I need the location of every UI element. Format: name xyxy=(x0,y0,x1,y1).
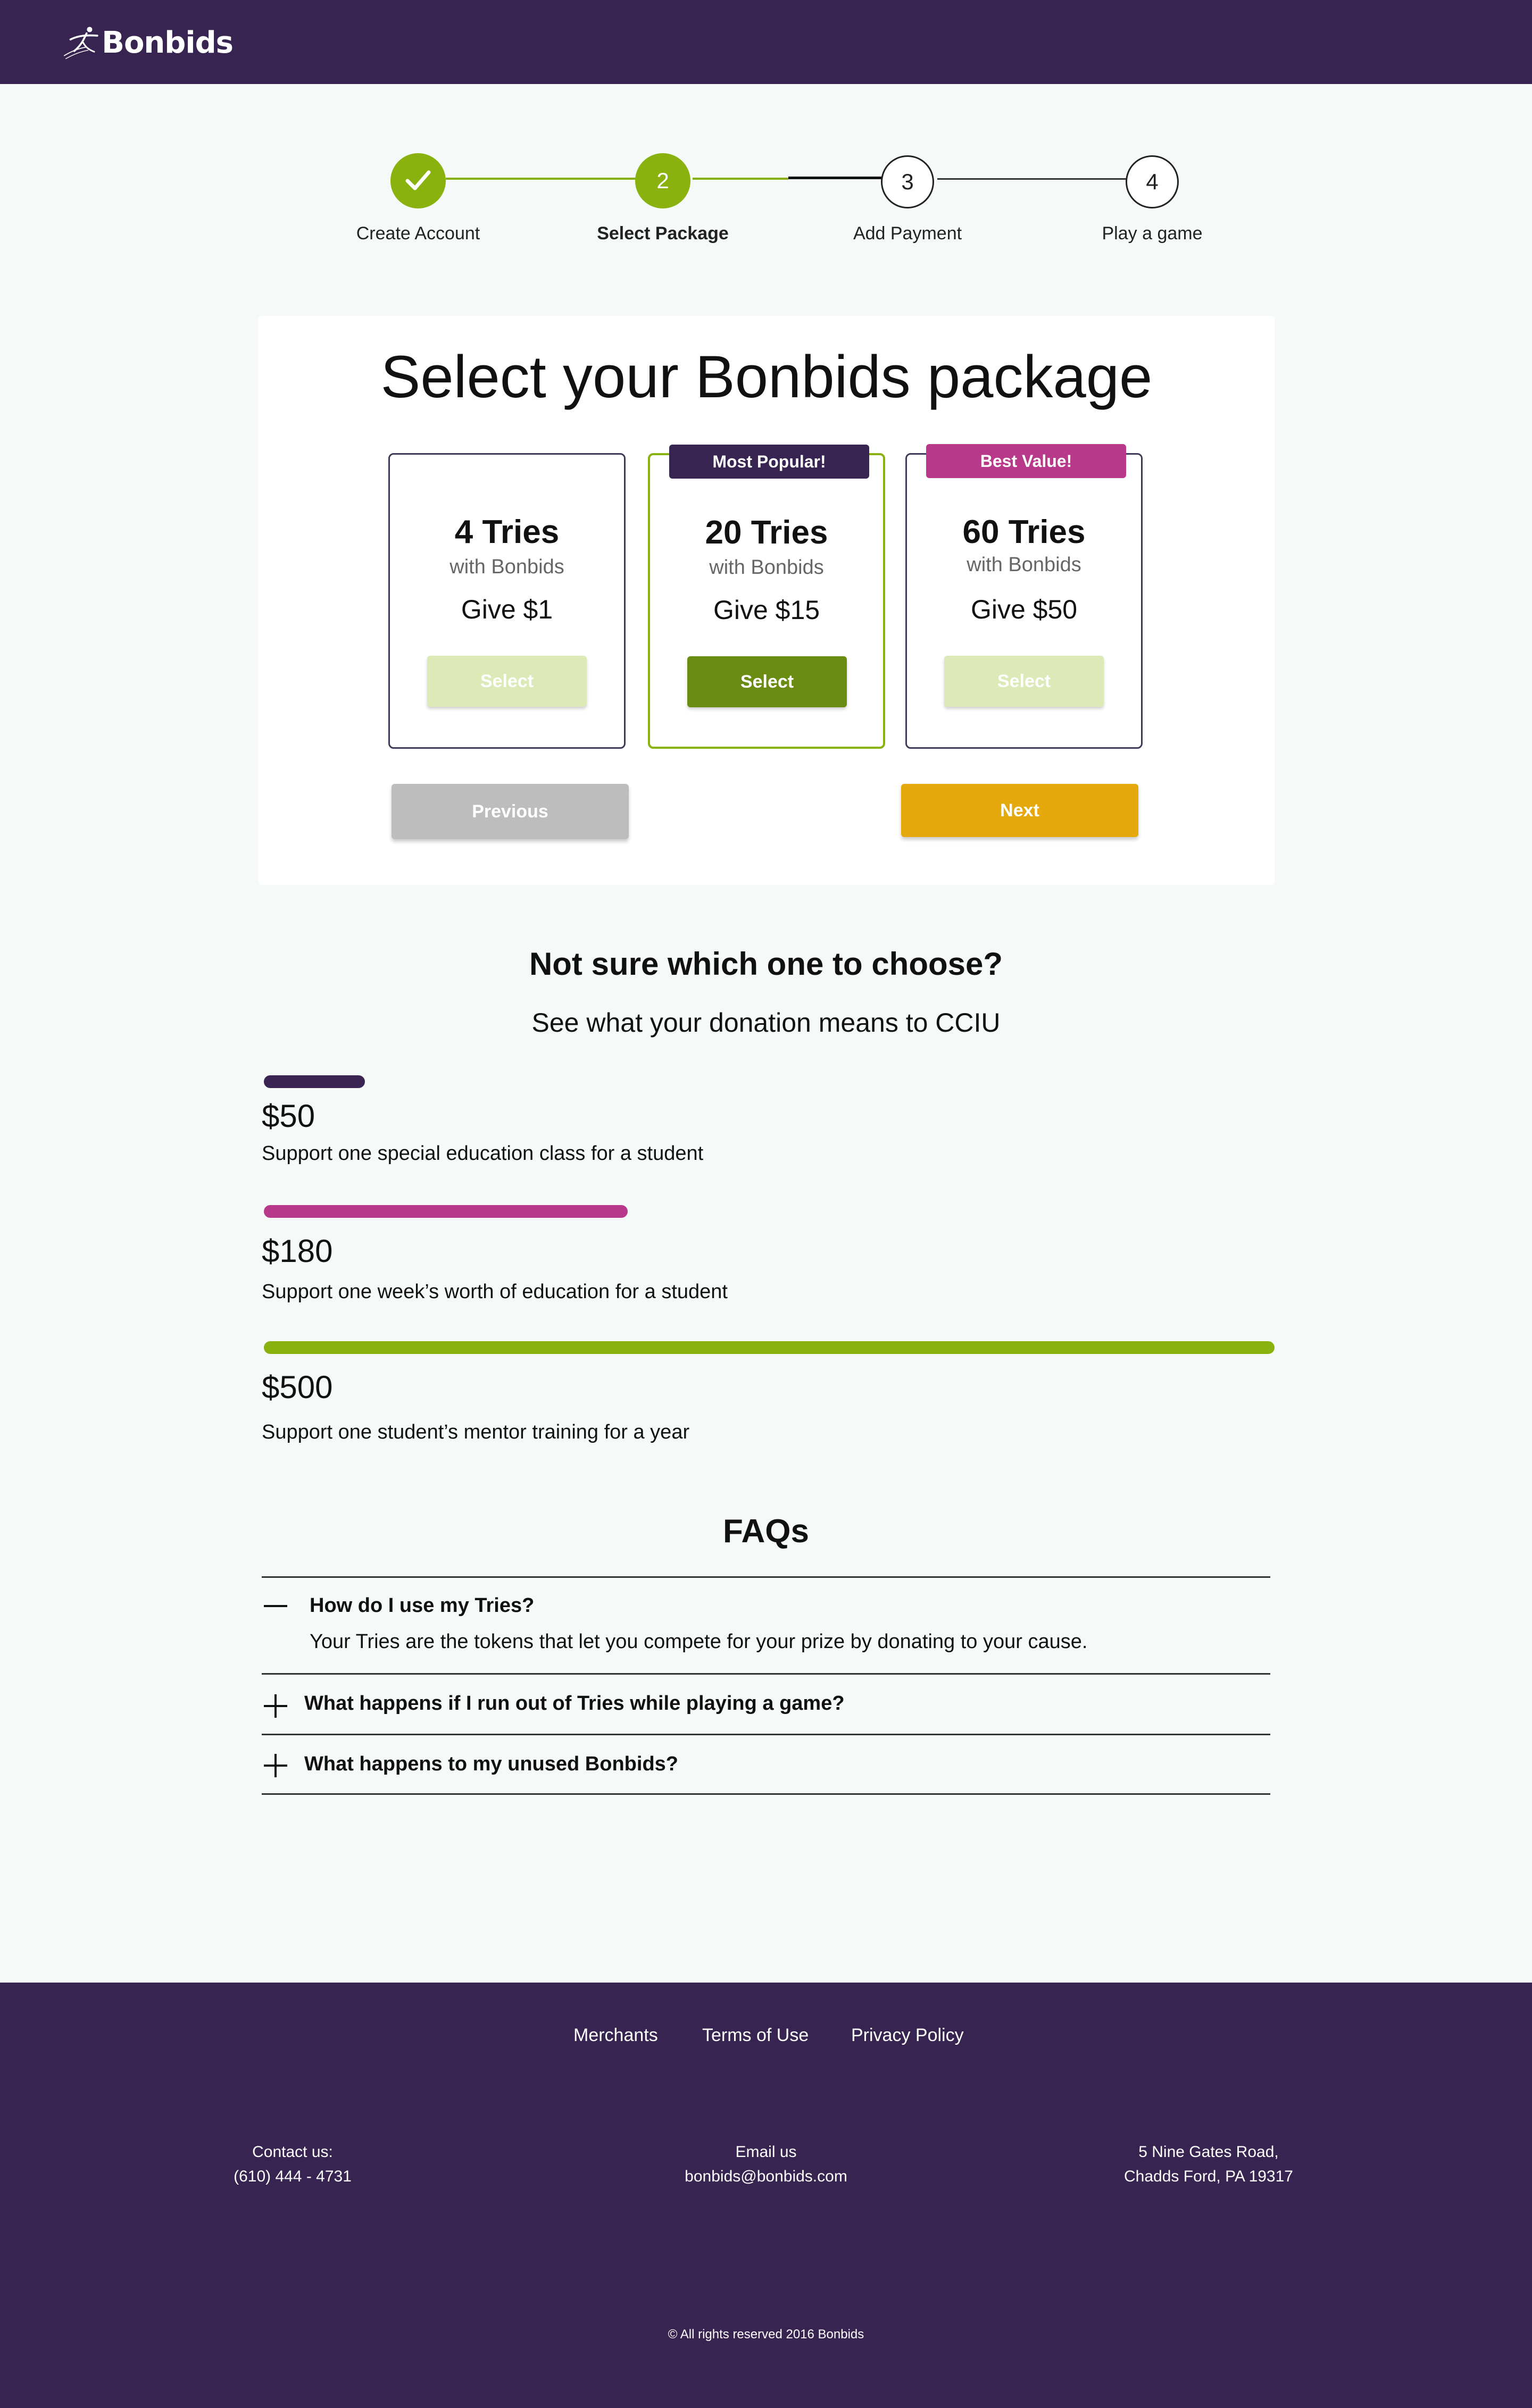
package-price: Give $50 xyxy=(970,595,1078,624)
donation-amount: $180 xyxy=(262,1233,333,1269)
step-connector xyxy=(446,178,637,180)
footer-link-privacy[interactable]: Privacy Policy xyxy=(851,2025,964,2046)
address-line-2: Chadds Ford, PA 19317 xyxy=(1124,2168,1293,2185)
package-option-20-tries[interactable]: Most Popular! 20 Tries with Bonbids Give… xyxy=(648,445,885,749)
site-header: Bonbids xyxy=(0,0,1532,84)
package-option-60-tries[interactable]: Best Value! 60 Tries with Bonbids Give $… xyxy=(905,444,1143,749)
package-selection-card: Select your Bonbids package 4 Tries with… xyxy=(259,316,1275,885)
step-connector xyxy=(788,177,884,179)
faq-question[interactable]: How do I use my Tries? xyxy=(310,1594,534,1617)
step-3-number: 3 xyxy=(901,169,914,194)
faq-heading: FAQs xyxy=(723,1513,809,1550)
expand-plus-icon[interactable] xyxy=(264,1754,287,1777)
bonbids-logo[interactable]: Bonbids xyxy=(63,17,234,68)
contact-phone[interactable]: (610) 444 - 4731 xyxy=(160,2164,426,2189)
donation-bar xyxy=(264,1075,365,1088)
footer-link-merchants[interactable]: Merchants xyxy=(573,2025,658,2046)
logo-text: Bonbids xyxy=(102,25,234,60)
select-package-button[interactable]: Select xyxy=(687,656,847,707)
package-title: Select your Bonbids package xyxy=(380,344,1153,410)
step-4-label: Play a game xyxy=(1102,223,1203,244)
step-4-number: 4 xyxy=(1146,169,1159,194)
step-1-check-icon xyxy=(390,153,446,208)
step-connector xyxy=(937,178,1128,180)
expand-plus-icon[interactable] xyxy=(264,1694,287,1718)
footer-link-terms[interactable]: Terms of Use xyxy=(702,2025,809,2046)
package-price: Give $15 xyxy=(713,595,820,625)
footer-contact: Contact us: (610) 444 - 4731 xyxy=(160,2140,426,2189)
donation-amount: $500 xyxy=(262,1369,333,1405)
faq-question[interactable]: What happens to my unused Bonbids? xyxy=(304,1753,678,1776)
step-3-label: Add Payment xyxy=(853,223,962,244)
faq-divider xyxy=(262,1734,1270,1735)
donation-bar xyxy=(264,1205,628,1218)
step-4-circle: 4 xyxy=(1126,155,1179,208)
step-2-label: Select Package xyxy=(597,223,729,244)
donation-subheading: See what your donation means to CCIU xyxy=(531,1008,1001,1038)
select-package-button[interactable]: Select xyxy=(427,656,587,707)
package-tries: 20 Tries xyxy=(705,514,828,551)
donation-description: Support one special education class for … xyxy=(262,1142,704,1165)
step-1-label: Create Account xyxy=(356,223,480,244)
copyright: © All rights reserved 2016 Bonbids xyxy=(668,2327,864,2342)
address-line-1: 5 Nine Gates Road, xyxy=(1138,2143,1279,2161)
select-package-button[interactable]: Select xyxy=(944,656,1104,707)
best-value-badge: Best Value! xyxy=(926,444,1126,478)
email-label: Email us xyxy=(735,2143,797,2161)
next-button[interactable]: Next xyxy=(901,784,1138,837)
donation-amount: $50 xyxy=(262,1098,315,1134)
faq-answer: Your Tries are the tokens that let you c… xyxy=(310,1631,1088,1653)
donation-description: Support one student’s mentor training fo… xyxy=(262,1421,690,1443)
faq-divider xyxy=(262,1576,1270,1578)
previous-button[interactable]: Previous xyxy=(392,784,629,839)
most-popular-badge: Most Popular! xyxy=(669,445,869,479)
package-tries: 60 Tries xyxy=(962,514,1086,550)
faq-question[interactable]: What happens if I run out of Tries while… xyxy=(304,1692,845,1715)
step-2-circle: 2 xyxy=(635,153,690,208)
footer-address: 5 Nine Gates Road, Chadds Ford, PA 19317 xyxy=(1076,2140,1342,2189)
faq-divider xyxy=(262,1793,1270,1795)
package-tries: 4 Tries xyxy=(454,514,560,550)
email-link[interactable]: bonbids@bonbids.com xyxy=(633,2164,899,2189)
donation-bar xyxy=(264,1341,1275,1354)
collapse-minus-icon[interactable] xyxy=(264,1594,287,1618)
runner-logo-icon xyxy=(63,27,98,59)
package-option-4-tries[interactable]: 4 Tries with Bonbids Give $1 Select xyxy=(388,453,626,749)
step-connector xyxy=(693,178,788,180)
footer-email: Email us bonbids@bonbids.com xyxy=(633,2140,899,2189)
site-footer: Merchants Terms of Use Privacy Policy Co… xyxy=(0,1983,1532,2408)
donation-heading: Not sure which one to choose? xyxy=(529,946,1003,982)
package-subtitle: with Bonbids xyxy=(967,554,1081,576)
package-subtitle: with Bonbids xyxy=(449,556,564,578)
donation-description: Support one week’s worth of education fo… xyxy=(262,1281,728,1303)
package-price: Give $1 xyxy=(461,595,553,624)
contact-label: Contact us: xyxy=(252,2143,333,2161)
faq-divider xyxy=(262,1673,1270,1675)
package-subtitle: with Bonbids xyxy=(709,556,824,579)
step-2-number: 2 xyxy=(656,168,669,193)
step-3-circle: 3 xyxy=(881,155,934,208)
